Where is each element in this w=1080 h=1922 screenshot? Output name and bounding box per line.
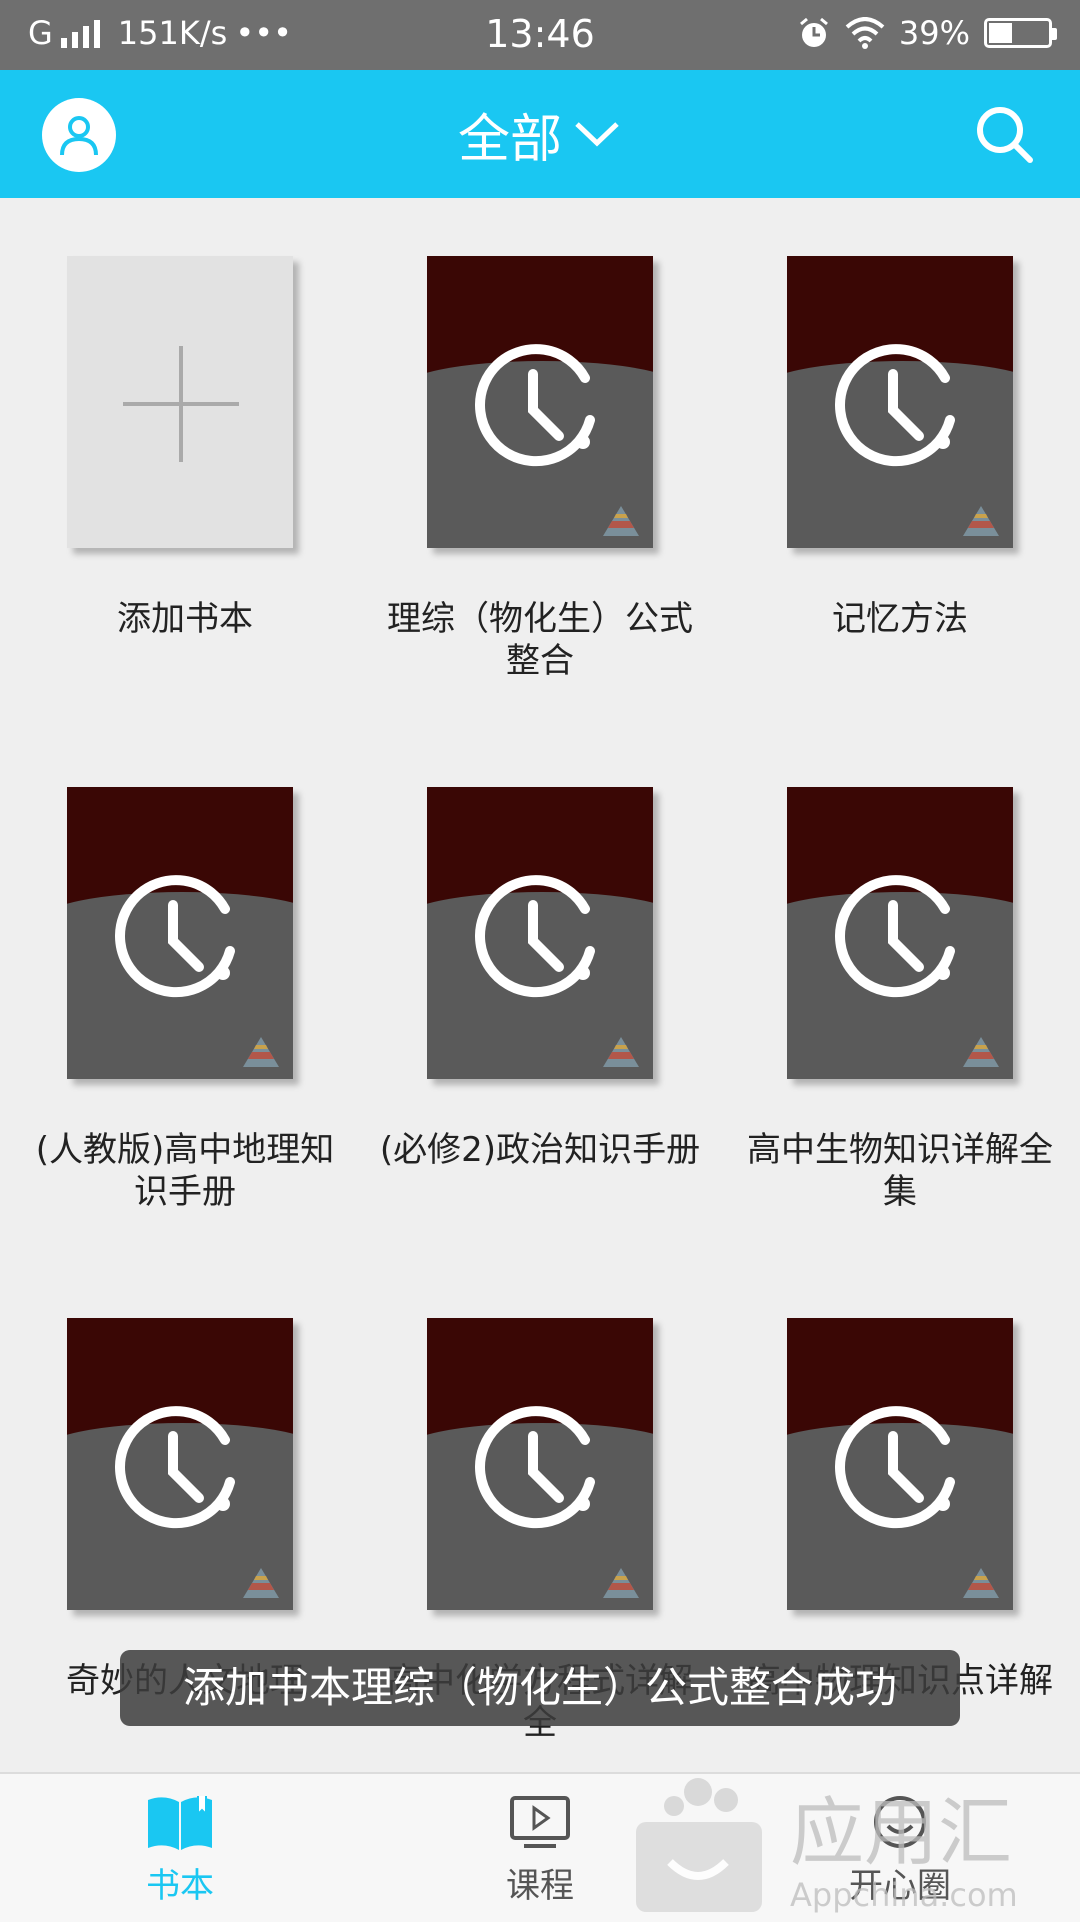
battery-icon xyxy=(984,18,1057,48)
battery-percent: 39% xyxy=(898,14,970,52)
book-cover[interactable] xyxy=(427,1318,653,1610)
chevron-down-icon xyxy=(575,122,619,147)
wifi-icon xyxy=(845,17,885,49)
svg-text:应用汇: 应用汇 xyxy=(790,1790,1012,1876)
nav-label-courses: 课程 xyxy=(506,1866,574,1906)
loading-clock-icon xyxy=(115,875,235,998)
video-course-icon xyxy=(510,1796,570,1848)
toast-message: 添加书本理综（物化生）公式整合成功 xyxy=(120,1650,960,1726)
nav-label-books: 书本 xyxy=(146,1866,214,1906)
loading-clock-icon xyxy=(835,875,955,998)
loading-clock-icon xyxy=(835,344,955,467)
book-cover[interactable] xyxy=(427,256,653,548)
top-app-bar: 全部 xyxy=(0,70,1080,198)
book-title: 高中生物知识详解全集 xyxy=(747,1130,1053,1212)
status-right: 39% xyxy=(797,14,1057,52)
svg-text:Appchina.com: Appchina.com xyxy=(790,1876,1018,1914)
pyramid-logo-icon xyxy=(243,1037,279,1067)
pyramid-logo-icon xyxy=(243,1568,279,1598)
page-title: 全部 xyxy=(457,109,562,170)
pyramid-logo-icon xyxy=(603,506,639,536)
loading-clock-icon xyxy=(475,344,595,467)
category-dropdown[interactable]: 全部 xyxy=(0,70,1080,198)
book-cover[interactable] xyxy=(67,1318,293,1610)
nav-item-books[interactable]: 书本 xyxy=(80,1792,280,1907)
book-title: 添加书本 xyxy=(117,599,253,639)
bottom-nav: 书本 课程 开心圈 应用汇 Appchina.com xyxy=(0,1772,1080,1922)
plus-icon xyxy=(123,346,239,462)
book-title: 记忆方法 xyxy=(832,599,968,639)
book-title: (必修2)政治知识手册 xyxy=(379,1130,701,1170)
pyramid-logo-icon xyxy=(603,1037,639,1067)
loading-clock-icon xyxy=(115,1406,235,1529)
nav-item-courses[interactable]: 课程 xyxy=(440,1792,640,1907)
add-book-cover[interactable] xyxy=(67,256,293,548)
search-button[interactable] xyxy=(972,102,1036,166)
book-cover[interactable] xyxy=(787,787,1013,1079)
loading-clock-icon xyxy=(475,875,595,998)
book-cover[interactable] xyxy=(787,1318,1013,1610)
pyramid-logo-icon xyxy=(963,506,999,536)
appchina-watermark-logo: 应用汇 Appchina.com xyxy=(636,1778,1018,1914)
book-icon xyxy=(148,1796,212,1850)
pyramid-logo-icon xyxy=(603,1568,639,1598)
status-bar: G 151K/s ••• 13:46 39% xyxy=(0,0,1080,70)
book-cover[interactable] xyxy=(787,256,1013,548)
book-title: 理综（物化生）公式整合 xyxy=(387,599,693,681)
book-title: (人教版)高中地理知识手册 xyxy=(35,1130,335,1212)
loading-clock-icon xyxy=(475,1406,595,1529)
book-cover[interactable] xyxy=(427,787,653,1079)
pyramid-logo-icon xyxy=(963,1568,999,1598)
alarm-icon xyxy=(799,17,828,47)
pyramid-logo-icon xyxy=(963,1037,999,1067)
loading-clock-icon xyxy=(835,1406,955,1529)
book-cover[interactable] xyxy=(67,787,293,1079)
